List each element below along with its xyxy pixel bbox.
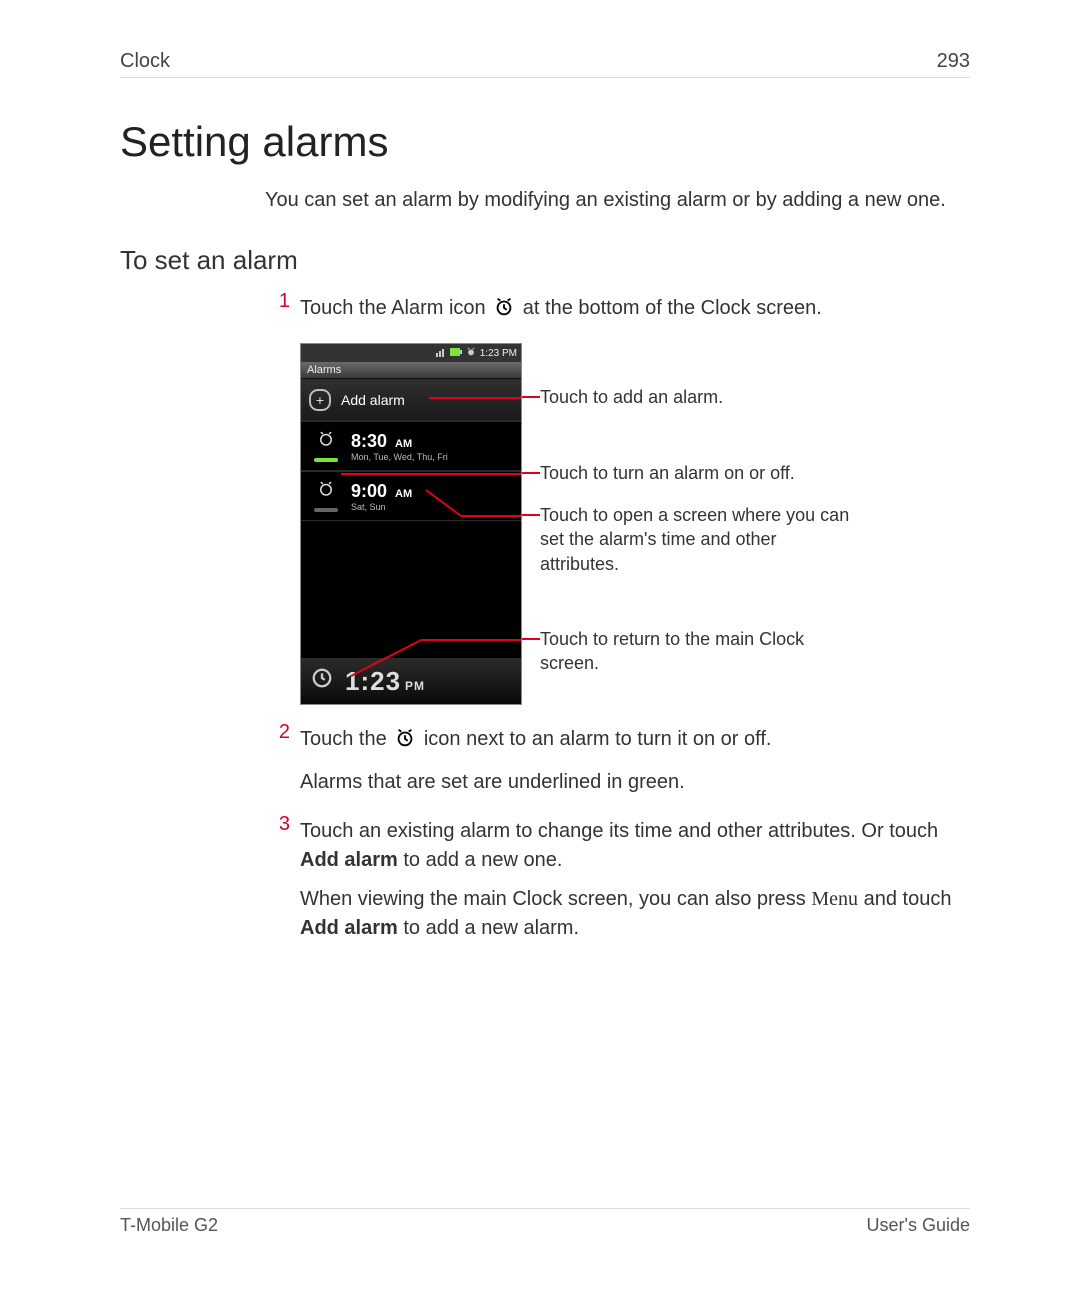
alarm-on-indicator xyxy=(314,458,338,462)
status-time: 1:23 PM xyxy=(480,348,517,359)
phone-screenshot: 1:23 PM Alarms + Add alarm xyxy=(300,343,522,705)
step-2: 2 Touch the icon next to an alarm to tur… xyxy=(265,721,970,807)
callout-leader xyxy=(522,396,540,398)
footer-doc-title: User's Guide xyxy=(867,1215,970,1236)
step-3: 3 Touch an existing alarm to change its … xyxy=(265,813,970,953)
screenshot-figure: 1:23 PM Alarms + Add alarm xyxy=(300,343,970,705)
alarm-1-ampm: AM xyxy=(395,438,412,450)
alarm-row-1[interactable]: 8:30 AM Mon, Tue, Wed, Thu, Fri xyxy=(301,421,521,471)
footer-time: 1:23 xyxy=(345,666,401,696)
step-2-text-b: icon next to an alarm to turn it on or o… xyxy=(424,728,772,750)
alarm-2-ampm: AM xyxy=(395,488,412,500)
running-footer: T-Mobile G2 User's Guide xyxy=(120,1208,970,1236)
callout-add-alarm: Touch to add an alarm. xyxy=(540,385,723,409)
battery-icon xyxy=(450,348,462,359)
step-3-p2-a: When viewing the main Clock screen, you … xyxy=(300,888,811,910)
statusbar-alarm-icon xyxy=(466,347,476,360)
step-number: 2 xyxy=(265,721,300,807)
step-1-text-b: at the bottom of the Clock screen. xyxy=(523,297,822,319)
callout-return-clock: Touch to return to the main Clock screen… xyxy=(540,627,840,676)
alarm-toggle-icon[interactable] xyxy=(317,430,335,454)
page-title: Setting alarms xyxy=(120,118,970,166)
document-page: Clock 293 Setting alarms You can set an … xyxy=(0,0,1080,1296)
callout-leader xyxy=(522,638,540,640)
alarm-2-time: 9:00 xyxy=(351,481,387,501)
callout-toggle: Touch to turn an alarm on or off. xyxy=(540,461,795,485)
footer-ampm: PM xyxy=(405,679,425,693)
alarm-row-2[interactable]: 9:00 AM Sat, Sun xyxy=(301,471,521,521)
step-number: 3 xyxy=(265,813,300,953)
alarm-1-time: 8:30 xyxy=(351,431,387,451)
header-page-number: 293 xyxy=(937,50,970,73)
step-3-p2-b: and touch xyxy=(858,888,951,910)
step-3-text-b: to add a new one. xyxy=(398,849,563,871)
menu-label: Menu xyxy=(811,888,858,910)
callout-leader xyxy=(522,514,540,516)
status-bar: 1:23 PM xyxy=(301,344,521,362)
signal-icon xyxy=(436,347,446,360)
step-1: 1 Touch the Alarm icon at the bottom of … xyxy=(265,290,970,715)
clock-icon xyxy=(311,667,333,695)
alarm-off-indicator xyxy=(314,508,338,512)
callout-open-alarm: Touch to open a screen where you can set… xyxy=(540,503,860,576)
add-alarm-bold: Add alarm xyxy=(300,849,398,871)
step-1-text-a: Touch the Alarm icon xyxy=(300,297,491,319)
callout-leader xyxy=(522,472,540,474)
running-header: Clock 293 xyxy=(120,50,970,78)
header-section: Clock xyxy=(120,50,170,73)
callout-column: Touch to add an alarm. Touch to turn an … xyxy=(522,343,970,705)
alarm-clock-icon xyxy=(394,727,416,758)
alarm-1-days: Mon, Tue, Wed, Thu, Fri xyxy=(351,452,448,462)
add-alarm-row[interactable]: + Add alarm xyxy=(301,379,521,421)
alarm-toggle-icon[interactable] xyxy=(317,480,335,504)
plus-icon: + xyxy=(309,389,331,411)
footer-device: T-Mobile G2 xyxy=(120,1215,218,1236)
step-2-line2: Alarms that are set are underlined in gr… xyxy=(300,768,970,797)
subheading: To set an alarm xyxy=(120,245,970,276)
intro-paragraph: You can set an alarm by modifying an exi… xyxy=(265,186,970,215)
step-number: 1 xyxy=(265,290,300,715)
step-3-p2-c: to add a new alarm. xyxy=(398,917,579,939)
step-2-text-a: Touch the xyxy=(300,728,392,750)
add-alarm-label: Add alarm xyxy=(341,392,405,408)
clock-footer-bar[interactable]: 1:23 PM xyxy=(301,658,521,704)
alarm-clock-icon xyxy=(493,296,515,327)
add-alarm-bold-2: Add alarm xyxy=(300,917,398,939)
step-3-text-a: Touch an existing alarm to change its ti… xyxy=(300,820,938,842)
alarms-tab[interactable]: Alarms xyxy=(301,362,521,379)
alarm-2-days: Sat, Sun xyxy=(351,502,412,512)
